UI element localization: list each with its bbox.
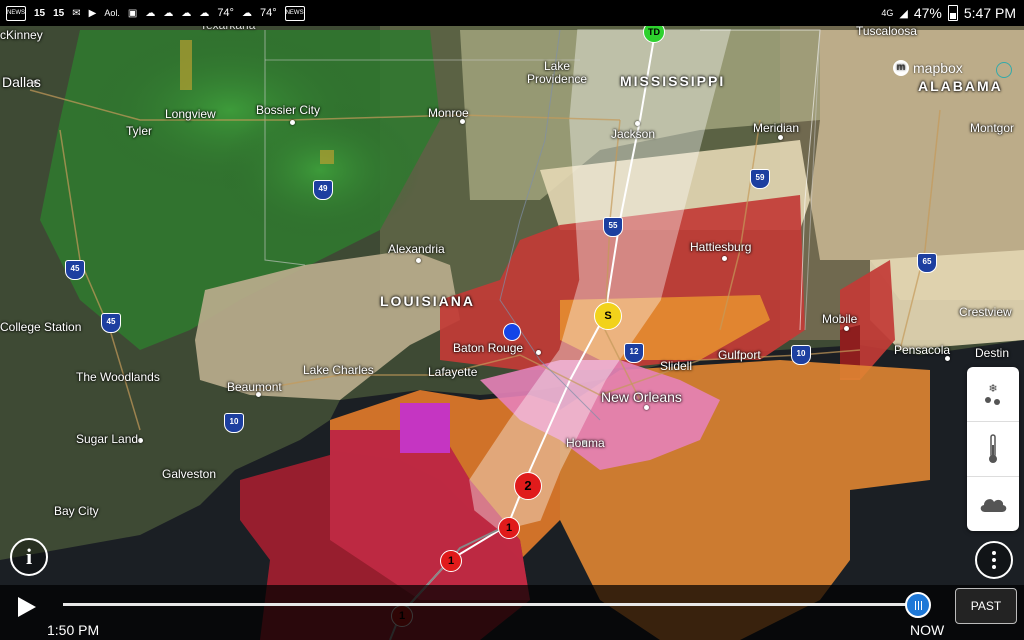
city-label-gulfport: Gulfport (718, 348, 761, 362)
clock: 5:47 PM (963, 5, 1016, 21)
interstate-shield-59: 59 (750, 169, 770, 189)
city-label-kinney: cKinney (0, 28, 43, 42)
city-dot-alexandria (416, 258, 421, 263)
state-label-alabama: ALABAMA (918, 78, 1003, 94)
city-label-meridian: Meridian (753, 121, 800, 135)
city-label-lake-providence: Lake Providence (527, 59, 588, 86)
state-label-louisiana: LOUISIANA (380, 293, 475, 309)
city-label-montgomery: Montgor (970, 121, 1015, 135)
news-app-icon: NEWS (6, 5, 26, 21)
city-label-lake-charles: Lake Charles (303, 363, 374, 377)
city-label-sugar-land: Sugar Land (76, 432, 139, 446)
cloud-icon: ☁ (163, 7, 174, 19)
youtube-icon: ▶ (88, 7, 97, 19)
weather-map[interactable] (0, 0, 1024, 640)
city-dot-mobile (844, 326, 849, 331)
news-app-icon: NEWS (284, 5, 305, 21)
city-label-bay-city: Bay City (54, 504, 99, 518)
city-dot-baton-rouge (536, 350, 541, 355)
timeline-start-time: 1:50 PM (47, 622, 100, 638)
city-label-bossier: Bossier City (256, 103, 321, 117)
news15-icon: 15 (53, 7, 65, 19)
city-dot-meridian (778, 135, 783, 140)
mail-icon: ✉ (72, 7, 81, 19)
interstate-shield-12: 12 (624, 343, 644, 363)
city-label-beaumont: Beaumont (227, 380, 282, 394)
precipitation-icon: ❄ (985, 382, 1000, 405)
temperature-layer-button[interactable] (967, 422, 1019, 477)
temperature-label: 74° (259, 7, 277, 19)
city-label-woodlands: The Woodlands (76, 370, 160, 384)
interstate-shield-49: 49 (313, 180, 333, 200)
more-options-button[interactable] (975, 541, 1013, 579)
news15-icon: 15 (34, 7, 46, 19)
city-dot-new-orleans (644, 405, 649, 410)
city-label-galveston: Galveston (162, 467, 217, 481)
interstate-shield-10b: 10 (791, 345, 811, 365)
interstate-shield-10: 10 (224, 413, 244, 433)
cloud-icon: ☁ (199, 7, 210, 19)
temperature-label: 74° (217, 7, 234, 19)
city-label-monroe: Monroe (428, 106, 469, 120)
precipitation-layer-button[interactable]: ❄ (967, 367, 1019, 422)
city-dot-jackson (635, 121, 640, 126)
interstate-shield-45: 45 (65, 260, 85, 280)
city-label-slidell: Slidell (660, 359, 693, 373)
cloud-icon: ☁ (241, 7, 252, 19)
city-label-lafayette: Lafayette (428, 365, 478, 379)
city-label-pensacola: Pensacola (894, 343, 951, 357)
state-label-mississippi: MISSISSIPPI (620, 73, 726, 89)
cloud-layer-button[interactable] (967, 477, 1019, 531)
mapbox-logo-icon: m (893, 60, 909, 76)
play-icon[interactable] (18, 597, 36, 617)
interstate-shield-45b: 45 (101, 313, 121, 333)
interstate-shield-65: 65 (917, 253, 937, 273)
thermometer-icon (989, 434, 997, 463)
cloud-icon (980, 499, 1007, 512)
aol-icon: Aol. (104, 8, 120, 18)
cloud-icon: ☁ (181, 7, 192, 19)
storm-marker-cat2[interactable]: 2 (514, 472, 542, 500)
city-label-crestview: Crestview (959, 305, 1012, 319)
timeline-thumb[interactable] (905, 592, 931, 618)
city-label-tuscaloosa: Tuscaloosa (856, 24, 917, 38)
network-type-label: 4G (881, 8, 894, 18)
current-location-marker (503, 323, 521, 341)
attribution-info-icon[interactable] (996, 62, 1012, 78)
city-label-houma: Houma (566, 436, 605, 450)
city-dot-hattiesburg (722, 256, 727, 261)
city-dot-sugar-land (138, 438, 143, 443)
city-label-alexandria: Alexandria (388, 242, 445, 256)
timeline-bar (0, 585, 1024, 640)
battery-icon (947, 5, 958, 21)
svg-text:❄: ❄ (988, 382, 997, 395)
photo-icon: ▣ (127, 7, 138, 19)
layer-panel: ❄ (967, 367, 1019, 531)
cloud-icon: ☁ (145, 7, 156, 19)
signal-icon: ◢ (899, 7, 908, 20)
status-bar: NEWS 15 15 ✉ ▶ Aol. ▣ ☁ ☁ ☁ ☁ 74° ☁ 74° … (0, 0, 1024, 26)
city-label-baton-rouge: Baton Rouge (453, 341, 524, 355)
city-label-mobile: Mobile (822, 312, 858, 326)
past-button[interactable]: PAST (955, 588, 1017, 624)
city-label-dallas: Dallas (2, 74, 41, 90)
storm-marker-cat1[interactable]: 1 (498, 517, 520, 539)
battery-percent: 47% (913, 5, 942, 21)
city-label-college-station: College Station (0, 320, 82, 334)
city-label-hattiesburg: Hattiesburg (690, 240, 752, 254)
timeline-now-label: NOW (910, 622, 945, 638)
info-button[interactable]: i (10, 538, 48, 576)
city-label-destin: Destin (975, 346, 1010, 360)
interstate-shield-55: 55 (603, 217, 623, 237)
city-label-tyler: Tyler (126, 124, 153, 138)
warning-area-magenta (400, 403, 450, 453)
city-label-jackson: Jackson (611, 127, 656, 141)
storm-marker-cat1-past[interactable]: 1 (440, 550, 462, 572)
mapbox-attribution[interactable]: m mapbox (893, 60, 963, 76)
storm-marker-tropical-storm[interactable]: S (594, 302, 622, 330)
city-label-new-orleans: New Orleans (601, 389, 682, 405)
city-dot-bossier (290, 120, 295, 125)
timeline-track[interactable] (63, 603, 919, 606)
city-label-longview: Longview (165, 107, 216, 121)
